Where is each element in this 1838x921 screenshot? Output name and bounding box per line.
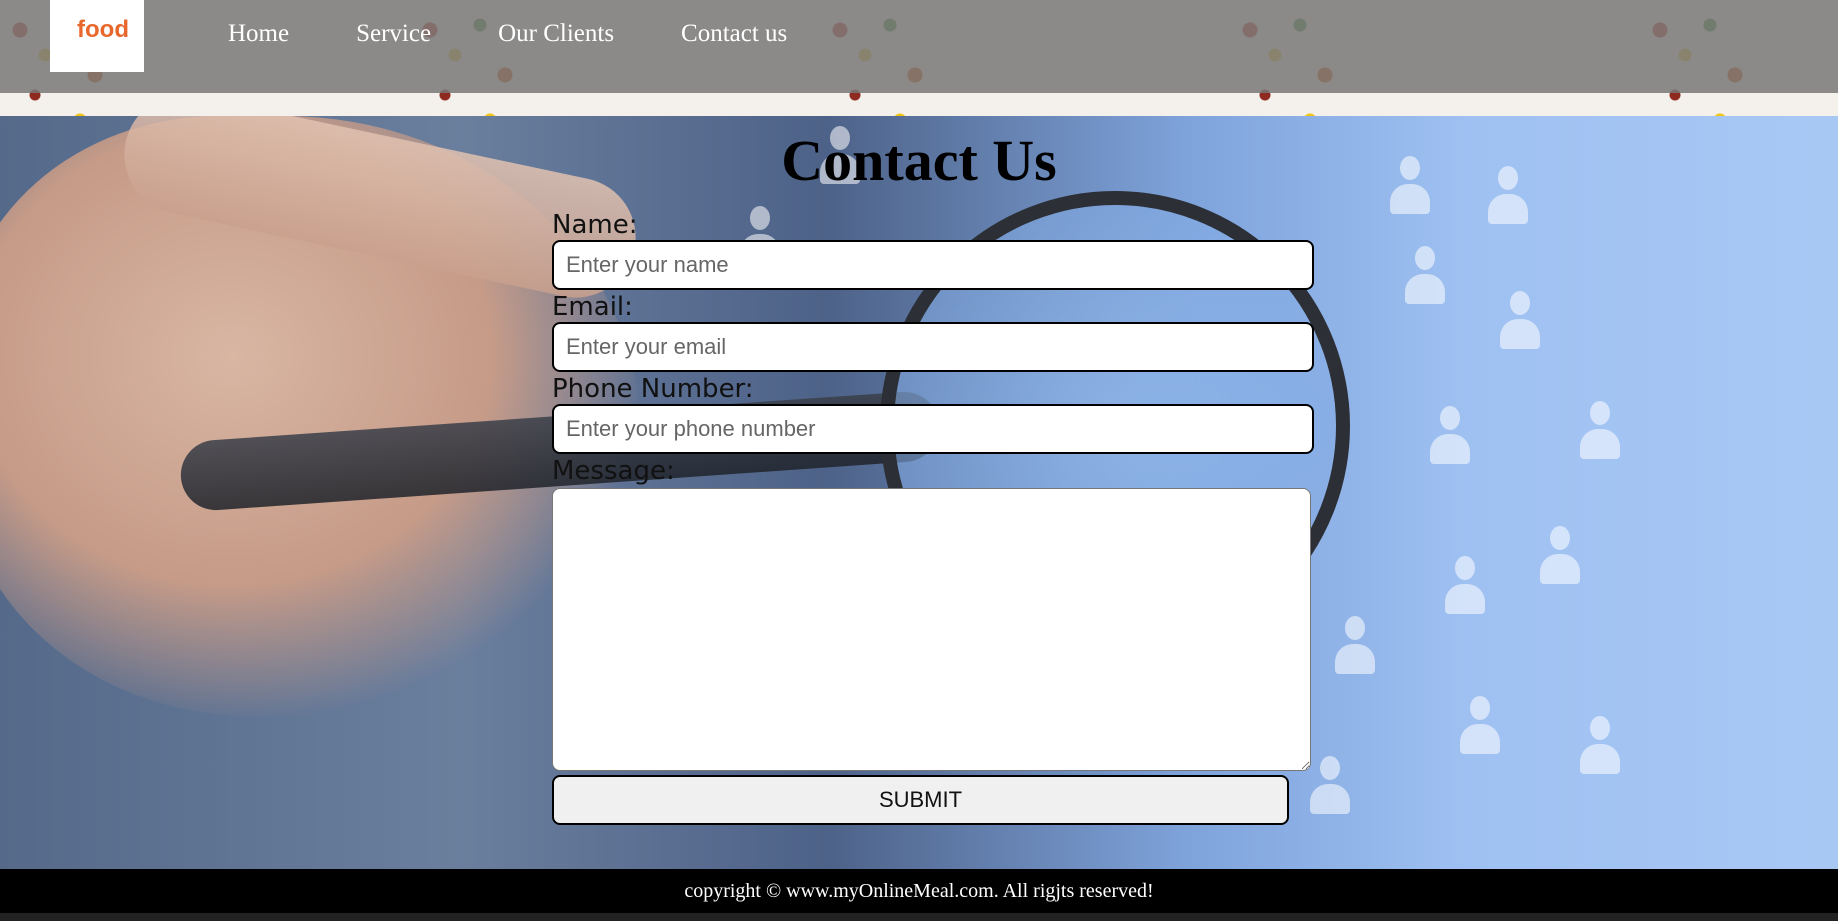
person-icon	[1405, 246, 1445, 308]
person-icon	[1460, 696, 1500, 758]
nav-link-contact-us[interactable]: Contact us	[681, 20, 787, 48]
nav-link-home[interactable]: Home	[228, 20, 289, 48]
message-textarea[interactable]	[552, 488, 1311, 771]
bottom-bar	[0, 913, 1838, 921]
logo-text: food	[77, 16, 129, 43]
phone-input[interactable]	[552, 404, 1314, 454]
nav-links: Home Service Our Clients Contact us	[228, 20, 854, 48]
person-icon	[1580, 716, 1620, 778]
submit-button[interactable]: SUBMIT	[552, 775, 1289, 825]
copyright-text: copyright © www.myOnlineMeal.com. All ri…	[684, 880, 1154, 902]
person-icon	[1540, 526, 1580, 588]
nav-link-our-clients[interactable]: Our Clients	[498, 20, 614, 48]
navbar: food Home Service Our Clients Contact us	[0, 0, 1838, 93]
logo[interactable]: food	[50, 0, 144, 72]
page-title: Contact Us	[781, 128, 1057, 193]
phone-label: Phone Number:	[552, 374, 754, 404]
person-icon	[1310, 756, 1350, 818]
person-icon	[1335, 616, 1375, 678]
email-input[interactable]	[552, 322, 1314, 372]
person-icon	[1430, 406, 1470, 468]
contact-form: Name: Email: Phone Number: Message: SUBM…	[552, 210, 1314, 825]
person-icon	[1445, 556, 1485, 618]
message-label: Message:	[552, 456, 675, 486]
person-icon	[1500, 291, 1540, 353]
email-label: Email:	[552, 292, 633, 322]
person-icon	[1580, 401, 1620, 463]
name-label: Name:	[552, 210, 638, 240]
footer: copyright © www.myOnlineMeal.com. All ri…	[0, 869, 1838, 913]
nav-link-service[interactable]: Service	[356, 20, 431, 48]
name-input[interactable]	[552, 240, 1314, 290]
